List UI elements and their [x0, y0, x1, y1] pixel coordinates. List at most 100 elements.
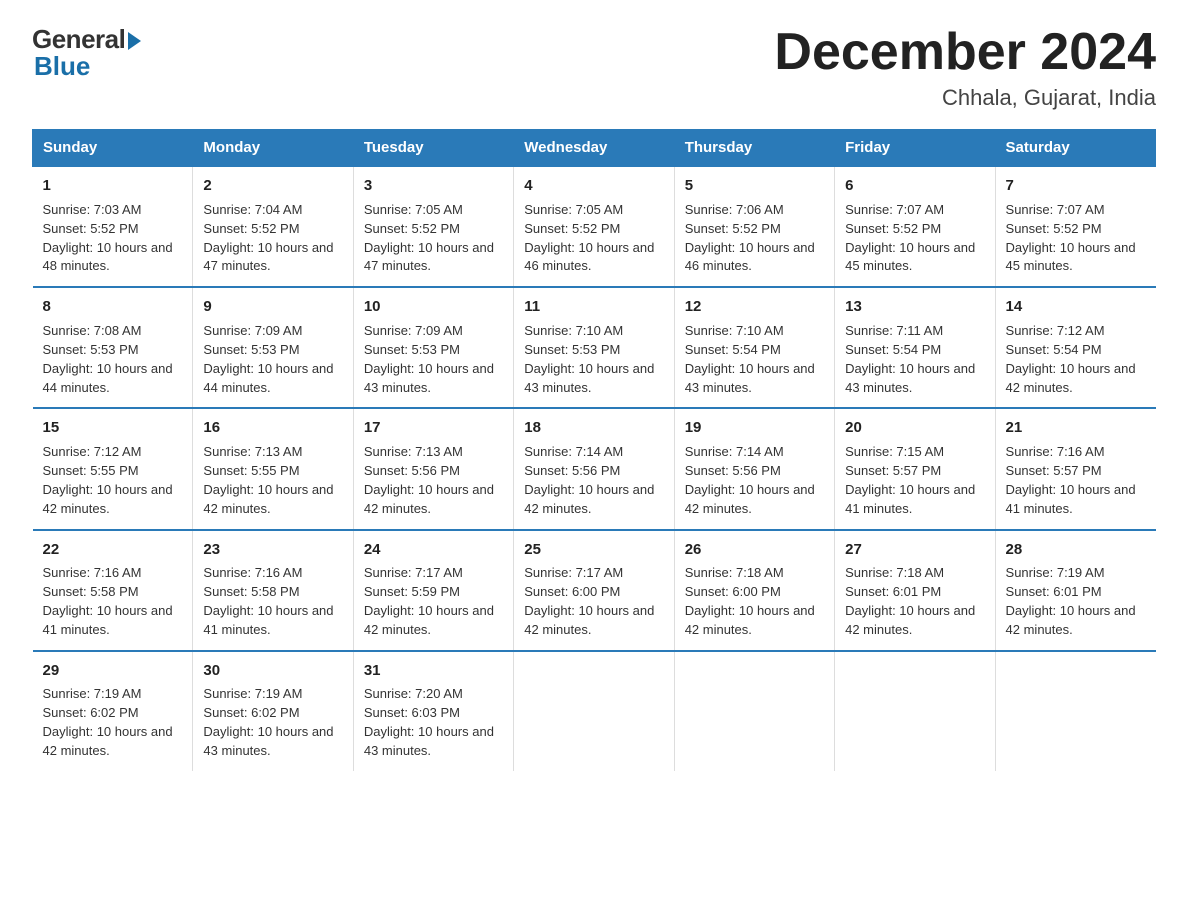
calendar-cell: 30 Sunrise: 7:19 AMSunset: 6:02 PMDayligh…	[193, 651, 353, 771]
day-number: 13	[845, 296, 984, 318]
calendar-cell: 23 Sunrise: 7:16 AMSunset: 5:58 PMDayligh…	[193, 530, 353, 651]
day-number: 31	[364, 660, 503, 682]
day-info: Sunrise: 7:19 AMSunset: 6:02 PMDaylight:…	[43, 686, 173, 758]
day-info: Sunrise: 7:09 AMSunset: 5:53 PMDaylight:…	[203, 323, 333, 395]
calendar-cell: 29 Sunrise: 7:19 AMSunset: 6:02 PMDayligh…	[33, 651, 193, 771]
calendar-cell: 5 Sunrise: 7:06 AMSunset: 5:52 PMDaylight…	[674, 166, 834, 287]
calendar-cell: 31 Sunrise: 7:20 AMSunset: 6:03 PMDayligh…	[353, 651, 513, 771]
location-text: Chhala, Gujarat, India	[774, 85, 1156, 111]
day-number: 8	[43, 296, 183, 318]
day-info: Sunrise: 7:07 AMSunset: 5:52 PMDaylight:…	[1006, 202, 1136, 274]
day-number: 18	[524, 417, 663, 439]
calendar-cell: 4Sunrise: 7:05 AMSunset: 5:52 PMDaylight…	[514, 166, 674, 287]
day-info: Sunrise: 7:12 AMSunset: 5:55 PMDaylight:…	[43, 444, 173, 516]
calendar-cell: 27Sunrise: 7:18 AMSunset: 6:01 PMDayligh…	[835, 530, 995, 651]
calendar-body: 1Sunrise: 7:03 AMSunset: 5:52 PMDaylight…	[33, 166, 1156, 771]
calendar-cell: 2 Sunrise: 7:04 AMSunset: 5:52 PMDaylight…	[193, 166, 353, 287]
week-row-2: 8 Sunrise: 7:08 AMSunset: 5:53 PMDaylight…	[33, 287, 1156, 408]
header-day-saturday: Saturday	[995, 130, 1155, 167]
day-number: 11	[524, 296, 663, 318]
day-info: Sunrise: 7:10 AMSunset: 5:54 PMDaylight:…	[685, 323, 815, 395]
calendar-cell: 14Sunrise: 7:12 AMSunset: 5:54 PMDayligh…	[995, 287, 1155, 408]
day-number: 17	[364, 417, 503, 439]
calendar-cell: 9Sunrise: 7:09 AMSunset: 5:53 PMDaylight…	[193, 287, 353, 408]
day-info: Sunrise: 7:18 AMSunset: 6:00 PMDaylight:…	[685, 565, 815, 637]
calendar-cell: 3 Sunrise: 7:05 AMSunset: 5:52 PMDaylight…	[353, 166, 513, 287]
day-number: 12	[685, 296, 824, 318]
page-header: General Blue December 2024 Chhala, Gujar…	[32, 24, 1156, 111]
calendar-cell: 6 Sunrise: 7:07 AMSunset: 5:52 PMDaylight…	[835, 166, 995, 287]
day-info: Sunrise: 7:17 AMSunset: 5:59 PMDaylight:…	[364, 565, 494, 637]
day-number: 26	[685, 539, 824, 561]
day-number: 24	[364, 539, 503, 561]
day-number: 2	[203, 175, 342, 197]
calendar-cell: 28 Sunrise: 7:19 AMSunset: 6:01 PMDayligh…	[995, 530, 1155, 651]
day-number: 29	[43, 660, 183, 682]
day-info: Sunrise: 7:17 AMSunset: 6:00 PMDaylight:…	[524, 565, 654, 637]
calendar-cell: 17 Sunrise: 7:13 AMSunset: 5:56 PMDayligh…	[353, 408, 513, 529]
header-day-thursday: Thursday	[674, 130, 834, 167]
title-area: December 2024 Chhala, Gujarat, India	[774, 24, 1156, 111]
logo-arrow-icon	[128, 32, 141, 50]
day-info: Sunrise: 7:13 AMSunset: 5:55 PMDaylight:…	[203, 444, 333, 516]
calendar-cell: 10 Sunrise: 7:09 AMSunset: 5:53 PMDayligh…	[353, 287, 513, 408]
day-info: Sunrise: 7:19 AMSunset: 6:02 PMDaylight:…	[203, 686, 333, 758]
day-info: Sunrise: 7:13 AMSunset: 5:56 PMDaylight:…	[364, 444, 494, 516]
day-number: 16	[203, 417, 342, 439]
day-number: 19	[685, 417, 824, 439]
header-day-wednesday: Wednesday	[514, 130, 674, 167]
day-info: Sunrise: 7:14 AMSunset: 5:56 PMDaylight:…	[685, 444, 815, 516]
calendar-cell: 8 Sunrise: 7:08 AMSunset: 5:53 PMDaylight…	[33, 287, 193, 408]
week-row-1: 1Sunrise: 7:03 AMSunset: 5:52 PMDaylight…	[33, 166, 1156, 287]
calendar-cell: 18Sunrise: 7:14 AMSunset: 5:56 PMDayligh…	[514, 408, 674, 529]
day-info: Sunrise: 7:07 AMSunset: 5:52 PMDaylight:…	[845, 202, 975, 274]
day-number: 27	[845, 539, 984, 561]
logo-blue-text: Blue	[34, 51, 90, 82]
day-info: Sunrise: 7:16 AMSunset: 5:57 PMDaylight:…	[1006, 444, 1136, 516]
day-number: 3	[364, 175, 503, 197]
day-info: Sunrise: 7:05 AMSunset: 5:52 PMDaylight:…	[364, 202, 494, 274]
day-info: Sunrise: 7:12 AMSunset: 5:54 PMDaylight:…	[1006, 323, 1136, 395]
calendar-cell: 24 Sunrise: 7:17 AMSunset: 5:59 PMDayligh…	[353, 530, 513, 651]
day-info: Sunrise: 7:09 AMSunset: 5:53 PMDaylight:…	[364, 323, 494, 395]
calendar-cell	[674, 651, 834, 771]
day-info: Sunrise: 7:15 AMSunset: 5:57 PMDaylight:…	[845, 444, 975, 516]
week-row-3: 15Sunrise: 7:12 AMSunset: 5:55 PMDayligh…	[33, 408, 1156, 529]
day-info: Sunrise: 7:10 AMSunset: 5:53 PMDaylight:…	[524, 323, 654, 395]
day-number: 5	[685, 175, 824, 197]
day-number: 23	[203, 539, 342, 561]
day-info: Sunrise: 7:20 AMSunset: 6:03 PMDaylight:…	[364, 686, 494, 758]
calendar-cell: 15Sunrise: 7:12 AMSunset: 5:55 PMDayligh…	[33, 408, 193, 529]
day-info: Sunrise: 7:19 AMSunset: 6:01 PMDaylight:…	[1006, 565, 1136, 637]
day-info: Sunrise: 7:16 AMSunset: 5:58 PMDaylight:…	[203, 565, 333, 637]
logo: General Blue	[32, 24, 141, 82]
header-day-monday: Monday	[193, 130, 353, 167]
day-number: 4	[524, 175, 663, 197]
day-info: Sunrise: 7:06 AMSunset: 5:52 PMDaylight:…	[685, 202, 815, 274]
calendar-cell: 21 Sunrise: 7:16 AMSunset: 5:57 PMDayligh…	[995, 408, 1155, 529]
header-day-tuesday: Tuesday	[353, 130, 513, 167]
calendar-header: SundayMondayTuesdayWednesdayThursdayFrid…	[33, 130, 1156, 167]
calendar-cell: 12 Sunrise: 7:10 AMSunset: 5:54 PMDayligh…	[674, 287, 834, 408]
day-number: 1	[43, 175, 183, 197]
week-row-5: 29 Sunrise: 7:19 AMSunset: 6:02 PMDayligh…	[33, 651, 1156, 771]
calendar-cell	[514, 651, 674, 771]
calendar-cell: 25 Sunrise: 7:17 AMSunset: 6:00 PMDayligh…	[514, 530, 674, 651]
calendar-cell: 20Sunrise: 7:15 AMSunset: 5:57 PMDayligh…	[835, 408, 995, 529]
header-day-sunday: Sunday	[33, 130, 193, 167]
header-row: SundayMondayTuesdayWednesdayThursdayFrid…	[33, 130, 1156, 167]
day-number: 10	[364, 296, 503, 318]
day-number: 7	[1006, 175, 1146, 197]
calendar-cell	[995, 651, 1155, 771]
day-number: 28	[1006, 539, 1146, 561]
day-info: Sunrise: 7:16 AMSunset: 5:58 PMDaylight:…	[43, 565, 173, 637]
calendar-cell: 19 Sunrise: 7:14 AMSunset: 5:56 PMDayligh…	[674, 408, 834, 529]
week-row-4: 22Sunrise: 7:16 AMSunset: 5:58 PMDayligh…	[33, 530, 1156, 651]
day-number: 30	[203, 660, 342, 682]
day-info: Sunrise: 7:04 AMSunset: 5:52 PMDaylight:…	[203, 202, 333, 274]
day-number: 21	[1006, 417, 1146, 439]
day-info: Sunrise: 7:08 AMSunset: 5:53 PMDaylight:…	[43, 323, 173, 395]
calendar-cell	[835, 651, 995, 771]
day-number: 6	[845, 175, 984, 197]
day-number: 25	[524, 539, 663, 561]
